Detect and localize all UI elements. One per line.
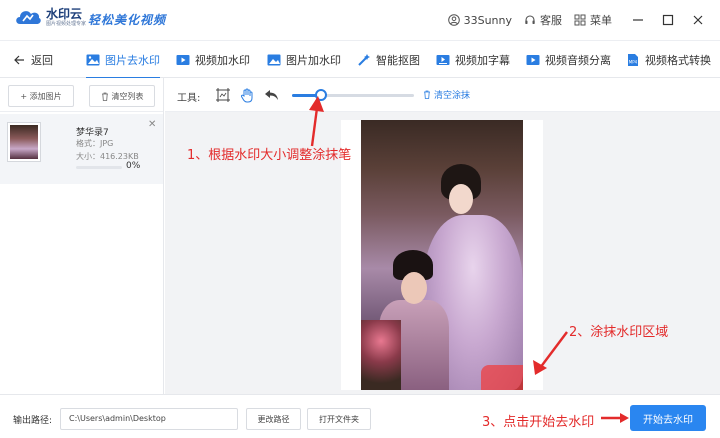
app-window: 水印云 图片视频处理专家 轻松美化视频 33Sunny 客服 菜单 返回 图片去… bbox=[0, 0, 720, 438]
service-button[interactable]: 客服 bbox=[524, 12, 562, 28]
tool-label: 工具: bbox=[177, 93, 201, 104]
tab-label: 视频加水印 bbox=[195, 53, 250, 67]
workspace: 工具: 清空涂抹 1、根据水印大小调整涂抹笔 2、涂抹水印区域 bbox=[165, 78, 720, 394]
close-icon bbox=[693, 15, 703, 25]
svg-text:MP4: MP4 bbox=[629, 59, 638, 64]
app-logo: 水印云 图片视频处理专家 bbox=[14, 7, 86, 27]
brush-size-slider[interactable] bbox=[292, 89, 414, 101]
username: 33Sunny bbox=[463, 13, 512, 27]
tab-video-audio-separate[interactable]: 视频音频分离 bbox=[526, 41, 611, 78]
trash-icon bbox=[101, 92, 108, 101]
maximize-icon bbox=[662, 14, 674, 26]
tab-video-subtitle[interactable]: 视频加字幕 bbox=[436, 41, 510, 78]
brush-size-slider-handle[interactable] bbox=[315, 89, 328, 101]
menu-label: 菜单 bbox=[590, 14, 612, 27]
frame-select-icon[interactable] bbox=[215, 87, 231, 103]
trash-icon bbox=[424, 90, 430, 99]
file-progress-text: 0% bbox=[126, 161, 141, 171]
tab-label: 视频格式转换 bbox=[645, 53, 711, 67]
tool-bar: 工具: 清空涂抹 bbox=[165, 78, 720, 112]
step2-annotation: 2、涂抹水印区域 bbox=[569, 325, 669, 340]
file-thumbnail bbox=[7, 122, 41, 162]
magic-wand-icon bbox=[357, 53, 371, 67]
title-bar: 水印云 图片视频处理专家 轻松美化视频 33Sunny 客服 菜单 bbox=[0, 0, 720, 40]
file-progress-bar bbox=[76, 166, 122, 169]
arrow-left-icon bbox=[14, 55, 24, 64]
tab-label: 图片加水印 bbox=[286, 53, 341, 67]
feature-tab-bar: 返回 图片去水印 视频加水印 图片加水印 智能抠图 视频加字幕 视频音频分离 M… bbox=[0, 40, 720, 79]
minimize-button[interactable] bbox=[624, 6, 652, 34]
menu-button[interactable]: 菜单 bbox=[574, 12, 612, 28]
video-audio-icon bbox=[526, 53, 540, 67]
output-path-field[interactable]: C:\Users\admin\Desktop bbox=[60, 408, 238, 430]
tab-smart-cutout[interactable]: 智能抠图 bbox=[357, 41, 420, 78]
arrow-to-start bbox=[601, 413, 629, 423]
back-label: 返回 bbox=[31, 53, 53, 67]
tab-label: 视频加字幕 bbox=[455, 53, 510, 67]
file-format: 格式：JPG bbox=[76, 139, 114, 148]
image-icon bbox=[86, 53, 100, 67]
user-account[interactable]: 33Sunny bbox=[447, 13, 512, 27]
image-canvas[interactable] bbox=[341, 120, 543, 390]
preview-image bbox=[361, 120, 523, 390]
clear-smear-button[interactable]: 清空涂抹 bbox=[423, 88, 470, 101]
user-icon bbox=[447, 14, 460, 26]
close-button[interactable] bbox=[684, 6, 712, 34]
tab-label: 图片去水印 bbox=[105, 53, 160, 67]
app-name: 水印云 bbox=[46, 6, 83, 21]
bottom-bar: 输出路径: C:\Users\admin\Desktop 更改路径 打开文件夹 … bbox=[0, 394, 720, 438]
clear-list-button[interactable]: 清空列表 bbox=[89, 85, 155, 107]
file-list-item[interactable]: 梦华录7 格式：JPG 大小：416.23KB 0% ✕ bbox=[0, 114, 163, 184]
app-slogan: 轻松美化视频 bbox=[88, 13, 167, 27]
tab-label: 视频音频分离 bbox=[545, 53, 611, 67]
smear-highlight bbox=[481, 365, 523, 390]
start-remove-watermark-button[interactable]: 开始去水印 bbox=[630, 405, 706, 431]
cloud-logo-icon bbox=[14, 7, 42, 27]
clear-smear-label: 清空涂抹 bbox=[434, 91, 471, 101]
minimize-icon bbox=[633, 19, 643, 21]
tab-label: 智能抠图 bbox=[376, 53, 420, 67]
file-name: 梦华录7 bbox=[76, 128, 109, 138]
service-label: 客服 bbox=[540, 14, 562, 27]
file-convert-icon: MP4 bbox=[626, 53, 640, 67]
step1-annotation: 1、根据水印大小调整涂抹笔 bbox=[187, 148, 352, 163]
change-path-button[interactable]: 更改路径 bbox=[246, 408, 301, 430]
hand-tool-icon[interactable] bbox=[239, 87, 255, 103]
tab-image-remove-watermark[interactable]: 图片去水印 bbox=[86, 41, 160, 79]
app-subtitle: 图片视频处理专家 bbox=[46, 20, 87, 27]
tab-video-add-watermark[interactable]: 视频加水印 bbox=[176, 41, 250, 78]
maximize-button[interactable] bbox=[654, 6, 682, 34]
video-icon bbox=[176, 53, 190, 67]
tab-image-add-watermark[interactable]: 图片加水印 bbox=[267, 41, 341, 78]
open-folder-button[interactable]: 打开文件夹 bbox=[307, 408, 371, 430]
file-list-panel: + 添加图片 清空列表 梦华录7 格式：JPG 大小：416.23KB 0% ✕ bbox=[0, 78, 164, 394]
undo-icon[interactable] bbox=[263, 87, 279, 103]
clear-list-label: 清空列表 bbox=[111, 91, 144, 101]
back-button[interactable]: 返回 bbox=[14, 41, 53, 78]
output-path-label: 输出路径: bbox=[13, 416, 53, 426]
add-image-button[interactable]: + 添加图片 bbox=[8, 85, 74, 107]
grid-menu-icon bbox=[574, 14, 586, 26]
image-add-icon bbox=[267, 53, 281, 67]
step3-annotation: 3、点击开始去水印 bbox=[482, 415, 595, 430]
remove-file-icon[interactable]: ✕ bbox=[148, 119, 156, 130]
tab-video-format-convert[interactable]: MP4 视频格式转换 bbox=[626, 41, 711, 78]
headset-icon bbox=[525, 15, 535, 24]
video-subtitle-icon bbox=[436, 53, 450, 67]
